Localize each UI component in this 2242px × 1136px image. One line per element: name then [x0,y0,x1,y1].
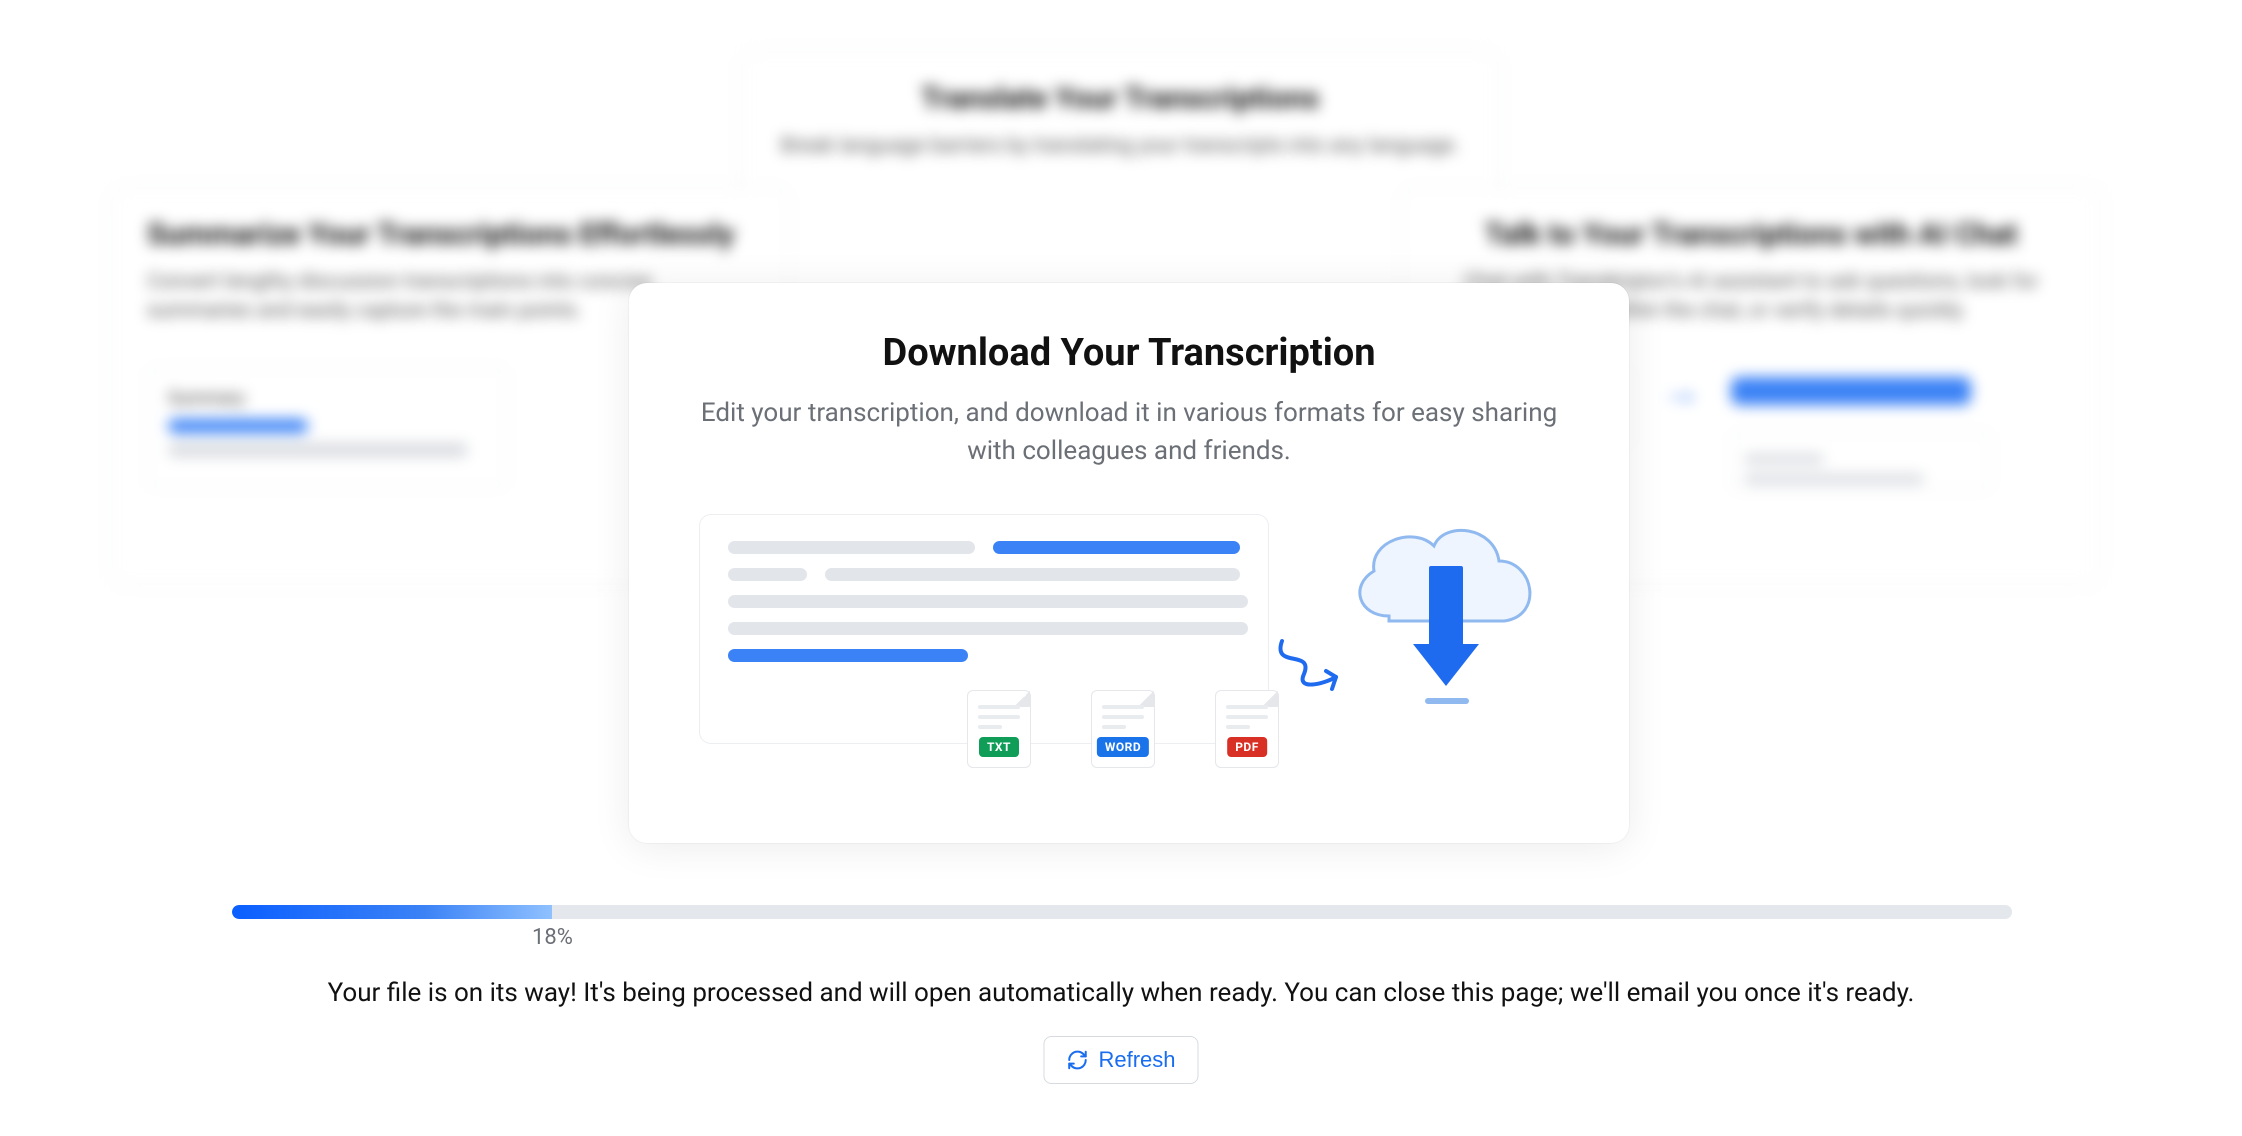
main-card-title: Download Your Transcription [883,331,1376,375]
format-pdf: PDF [1215,690,1279,768]
download-illustration: TXT WORD PDF [699,514,1559,764]
progress-fill [232,905,552,919]
format-badges: TXT WORD PDF [967,690,1279,768]
bg-card-translate-title: Translate Your Transcriptions [777,81,1463,116]
main-card-subtitle: Edit your transcription, and download it… [689,395,1569,470]
download-transcription-card: Download Your Transcription Edit your tr… [629,283,1629,843]
bg-card-summarize-title: Summarize Your Transcriptions Effortless… [147,217,753,252]
bg-card-translate-subtitle: Break language barriers by translating y… [777,132,1463,161]
refresh-button-label: Refresh [1098,1047,1175,1073]
refresh-button[interactable]: Refresh [1043,1036,1198,1084]
format-txt: TXT [967,690,1031,768]
processing-status-text: Your file is on its way! It's being proc… [328,978,1915,1008]
refresh-icon [1066,1049,1088,1071]
format-word: WORD [1091,690,1155,768]
progress-track [232,905,2012,919]
bg-card-chat-title: Talk to Your Transcriptions with AI Chat [1437,217,2065,252]
cloud-download-icon [1329,506,1559,726]
progress-bar: 18% [232,905,2012,919]
progress-percent-label: 18% [532,925,573,950]
